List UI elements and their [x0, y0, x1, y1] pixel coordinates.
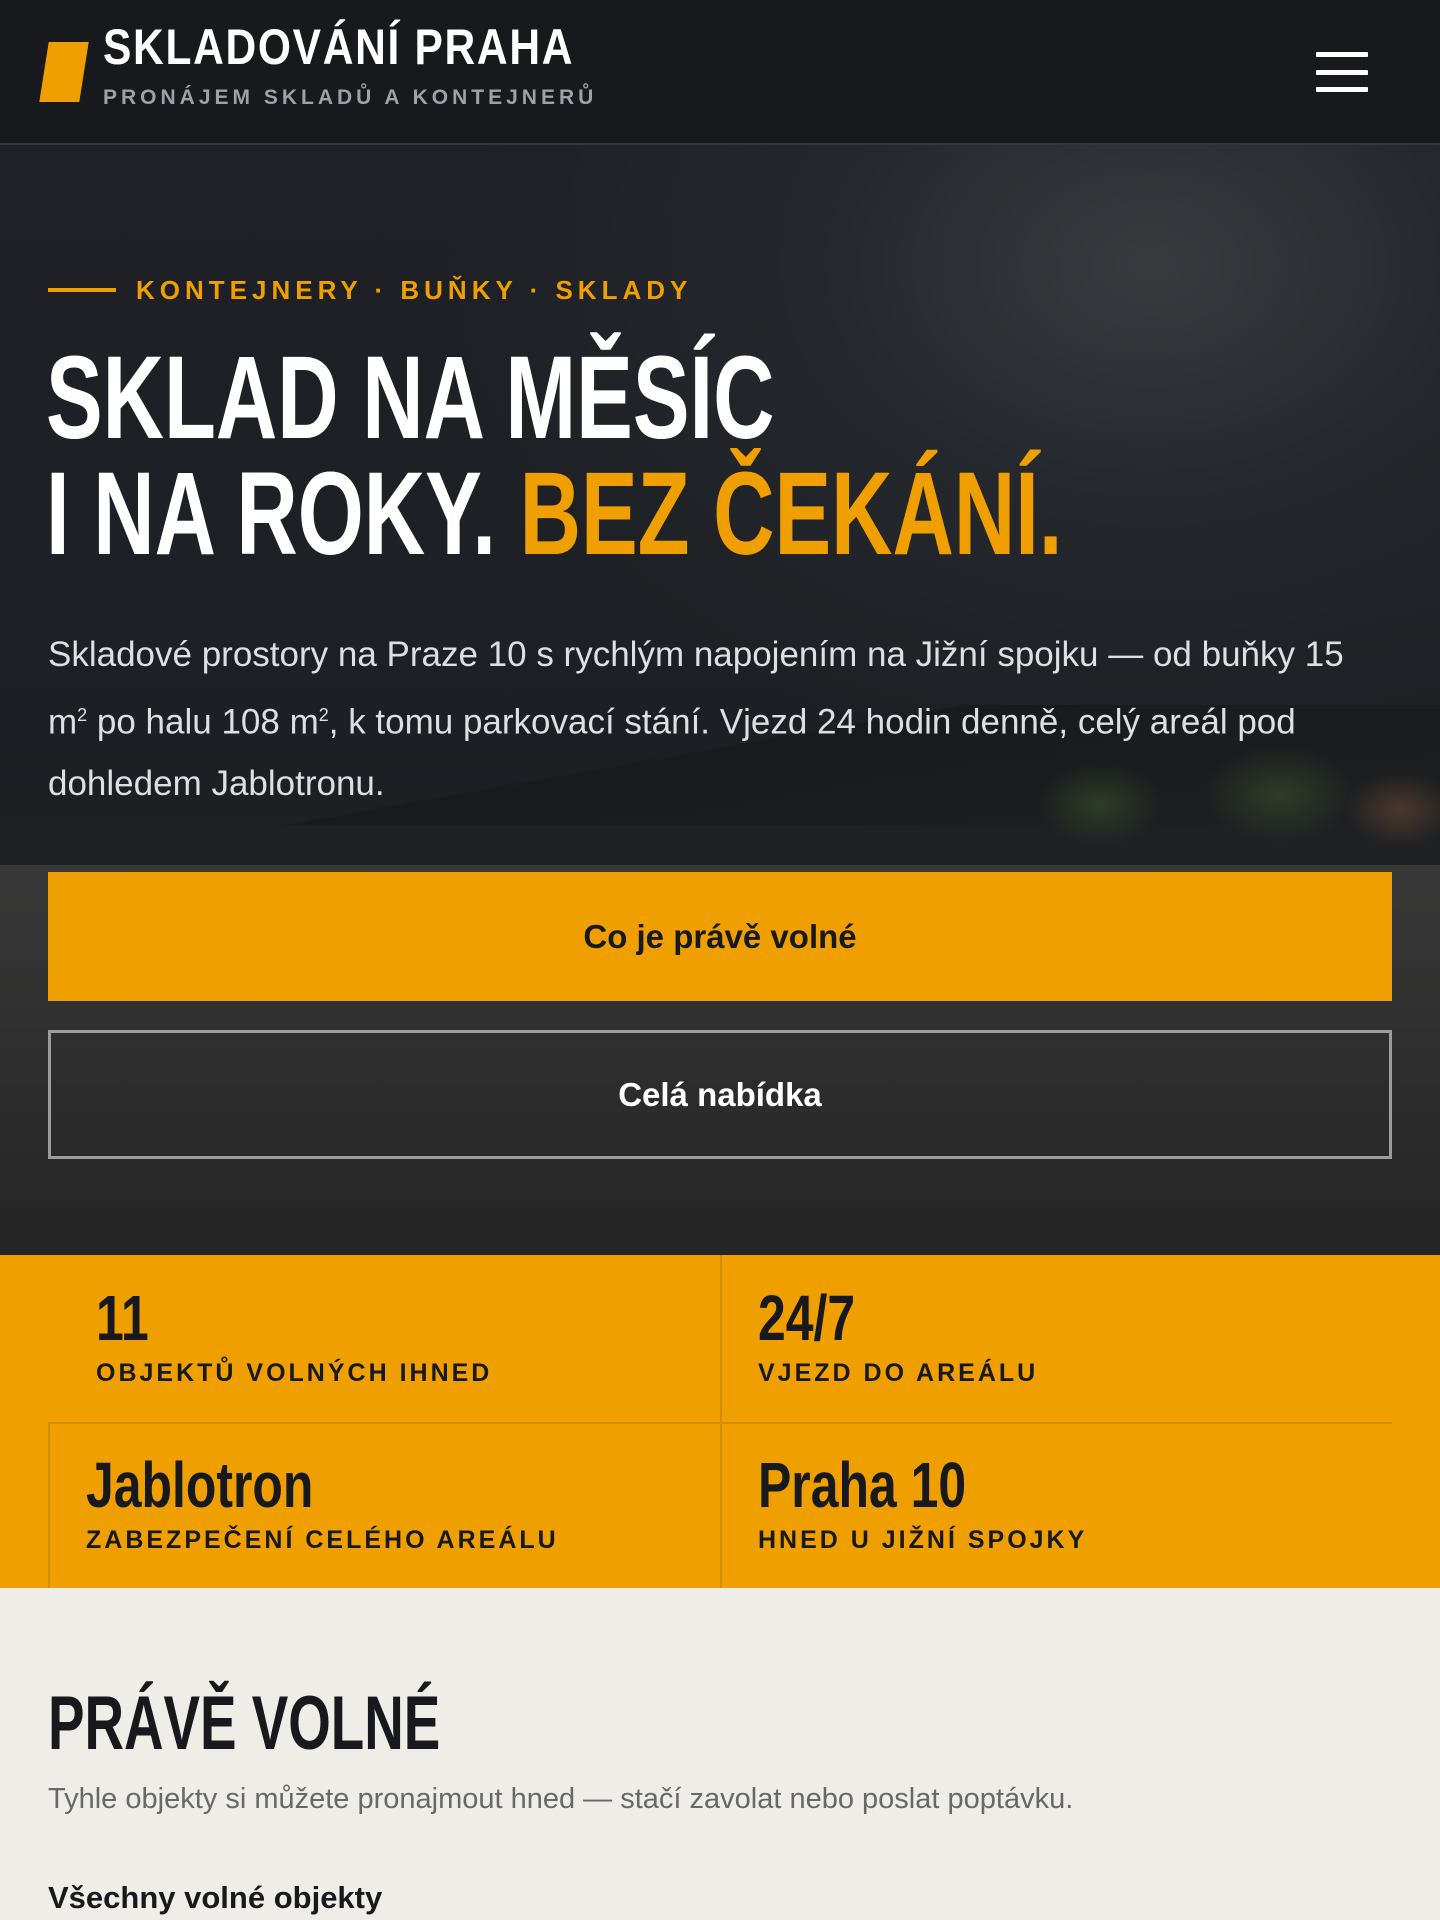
- full-offer-button[interactable]: Celá nabídka: [48, 1030, 1392, 1159]
- stat-label: OBJEKTŮ VOLNÝCH IHNED: [96, 1359, 493, 1387]
- hero-eyebrow: KONTEJNERY · BUŇKY · SKLADY: [136, 275, 693, 305]
- headline-line-1: SKLAD NA MĚSÍC: [46, 332, 775, 464]
- stat-label: ZABEZPEČENÍ CELÉHO AREÁLU: [86, 1526, 559, 1554]
- site-header: SKLADOVÁNÍ PRAHA PRONÁJEM SKLADŮ A KONTE…: [0, 0, 1440, 145]
- stat-value: 24/7: [758, 1282, 856, 1354]
- desc-sup: 2: [77, 705, 88, 725]
- hero-description: Skladové prostory na Praze 10 s rychlým …: [48, 624, 1348, 814]
- stats-divider: [48, 1422, 1392, 1424]
- stat-access: 24/7 VJEZD DO AREÁLU: [758, 1283, 1038, 1388]
- desc-text: po halu 108 m: [87, 702, 319, 742]
- all-available-link[interactable]: Všechny volné objekty: [48, 1880, 382, 1916]
- stat-available-objects: 11 OBJEKTŮ VOLNÝCH IHNED: [96, 1283, 492, 1388]
- headline-line-2: I NA ROKY.: [46, 448, 497, 580]
- stat-label: HNED U JIŽNÍ SPOJKY: [758, 1526, 1088, 1554]
- stat-security: Jablotron ZABEZPEČENÍ CELÉHO AREÁLU: [86, 1450, 559, 1555]
- brand-title[interactable]: SKLADOVÁNÍ PRAHA: [103, 18, 574, 76]
- stats-band: 11 OBJEKTŮ VOLNÝCH IHNED 24/7 VJEZD DO A…: [0, 1255, 1440, 1588]
- desc-sup: 2: [318, 705, 329, 725]
- section-subtitle: Tyhle objekty si můžete pronajmout hned …: [48, 1783, 1074, 1815]
- hamburger-menu-icon[interactable]: [1312, 48, 1372, 96]
- eyebrow-line: [48, 288, 116, 292]
- stat-value: Jablotron: [86, 1449, 314, 1521]
- stats-divider: [48, 1422, 50, 1588]
- menu-bar: [1316, 69, 1368, 75]
- brand-subtitle: PRONÁJEM SKLADŮ A KONTEJNERŮ: [103, 86, 598, 109]
- stat-location: Praha 10 HNED U JIŽNÍ SPOJKY: [758, 1450, 1087, 1555]
- stat-value: 11: [96, 1282, 149, 1354]
- menu-bar: [1316, 87, 1368, 92]
- logo-mark-icon[interactable]: [39, 42, 89, 102]
- headline-accent: BEZ ČEKÁNÍ.: [519, 448, 1063, 580]
- stat-value: Praha 10: [758, 1449, 967, 1521]
- hero-headline: SKLAD NA MĚSÍC I NA ROKY. BEZ ČEKÁNÍ.: [46, 339, 1062, 573]
- section-title: PRÁVĚ VOLNÉ: [48, 1681, 441, 1766]
- stat-label: VJEZD DO AREÁLU: [758, 1359, 1039, 1387]
- available-now-button[interactable]: Co je právě volné: [48, 872, 1392, 1001]
- menu-bar: [1316, 52, 1368, 57]
